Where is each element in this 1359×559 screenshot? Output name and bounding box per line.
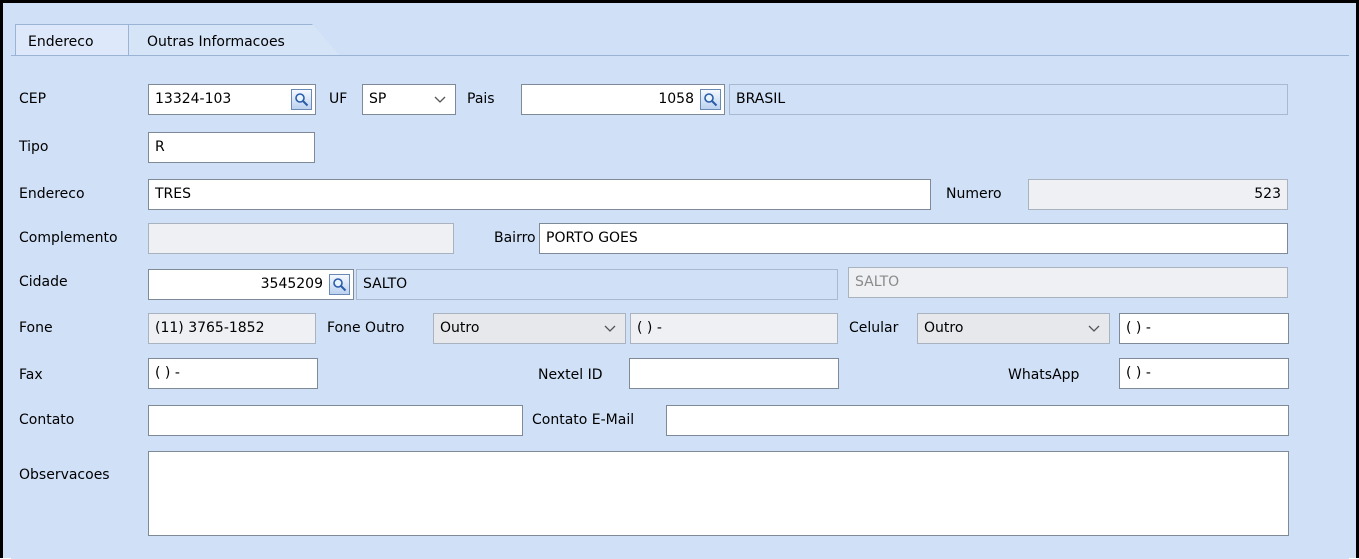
tab-outras-informacoes-label: Outras Informacoes [147,34,285,50]
numero-value: 523 [1254,186,1281,202]
magnifier-icon [295,93,309,107]
tab-endereco-label: Endereco [28,34,94,50]
pais-name-value: BRASIL [736,91,786,107]
fax-value: ( ) - [155,365,180,381]
fax-label: Fax [19,367,43,383]
bairro-input[interactable]: PORTO GOES [539,223,1288,254]
whatsapp-label: WhatsApp [1008,367,1080,383]
cidade-lookup-button[interactable] [329,274,350,295]
cidade-name-alt-field: SALTO [848,267,1288,298]
cidade-label: Cidade [19,274,68,290]
contato-email-input[interactable] [666,405,1289,436]
fone-outro-type-select[interactable]: Outro [433,313,626,344]
complemento-input[interactable] [148,223,454,254]
fone-outro-input[interactable]: ( ) - [630,313,838,344]
fone-value: (11) 3765-1852 [155,320,265,336]
cidade-name-value: SALTO [363,276,408,292]
nextel-input[interactable] [629,358,839,389]
bairro-value: PORTO GOES [546,230,638,246]
tipo-input[interactable]: R [148,132,315,163]
pais-label: Pais [467,91,495,107]
endereco-panel: CEP 13324-103 UF SP Pais 1058 BRASIL Tip… [11,55,1349,559]
tipo-value: R [155,139,165,155]
chevron-down-icon [434,96,446,103]
magnifier-icon [333,278,347,292]
cep-input[interactable]: 13324-103 [148,84,316,115]
cep-label: CEP [19,91,47,107]
pais-lookup-button[interactable] [700,89,721,110]
cidade-name-field: SALTO [356,269,838,300]
tab-endereco[interactable]: Endereco [15,24,131,58]
cidade-code-input[interactable]: 3545209 [148,269,354,300]
uf-label: UF [329,91,348,107]
endereco-input[interactable]: TRES [148,179,931,210]
celular-label: Celular [849,320,899,336]
endereco-label: Endereco [19,186,85,202]
fone-outro-type-value: Outro [440,320,480,336]
endereco-value: TRES [155,186,192,202]
whatsapp-value: ( ) - [1126,365,1151,381]
chevron-down-icon [604,325,616,332]
magnifier-icon [704,93,718,107]
celular-type-select[interactable]: Outro [917,313,1110,344]
contato-input[interactable] [148,405,523,436]
tab-outras-informacoes[interactable]: Outras Informacoes [128,24,342,58]
observacoes-label: Observacoes [19,467,110,483]
cep-lookup-button[interactable] [291,89,312,110]
celular-value: ( ) - [1126,320,1151,336]
tipo-label: Tipo [19,139,49,155]
cidade-code-value: 3545209 [260,276,323,292]
fone-outro-value: ( ) - [637,320,662,336]
complemento-label: Complemento [19,230,118,246]
pais-code-value: 1058 [658,91,694,107]
tab-strip: Endereco Outras Informacoes [6,6,1356,58]
contato-label: Contato [19,412,75,428]
fone-label: Fone [19,320,53,336]
cep-value: 13324-103 [155,91,232,107]
celular-input[interactable]: ( ) - [1119,313,1289,344]
chevron-down-icon [1088,325,1100,332]
bairro-label: Bairro [494,230,536,246]
numero-field[interactable]: 523 [1028,179,1288,210]
fone-outro-label: Fone Outro [327,320,405,336]
uf-value: SP [369,91,387,107]
fone-input[interactable]: (11) 3765-1852 [148,313,316,344]
observacoes-textarea[interactable] [148,451,1289,536]
numero-label: Numero [946,186,1002,202]
uf-select[interactable]: SP [362,84,456,115]
whatsapp-input[interactable]: ( ) - [1119,358,1289,389]
pais-code-input[interactable]: 1058 [521,84,725,115]
cidade-name-alt-value: SALTO [855,274,900,290]
pais-name-field: BRASIL [729,84,1288,115]
celular-type-value: Outro [924,320,964,336]
nextel-label: Nextel ID [538,367,603,383]
fax-input[interactable]: ( ) - [148,358,318,389]
contato-email-label: Contato E-Mail [532,412,635,428]
